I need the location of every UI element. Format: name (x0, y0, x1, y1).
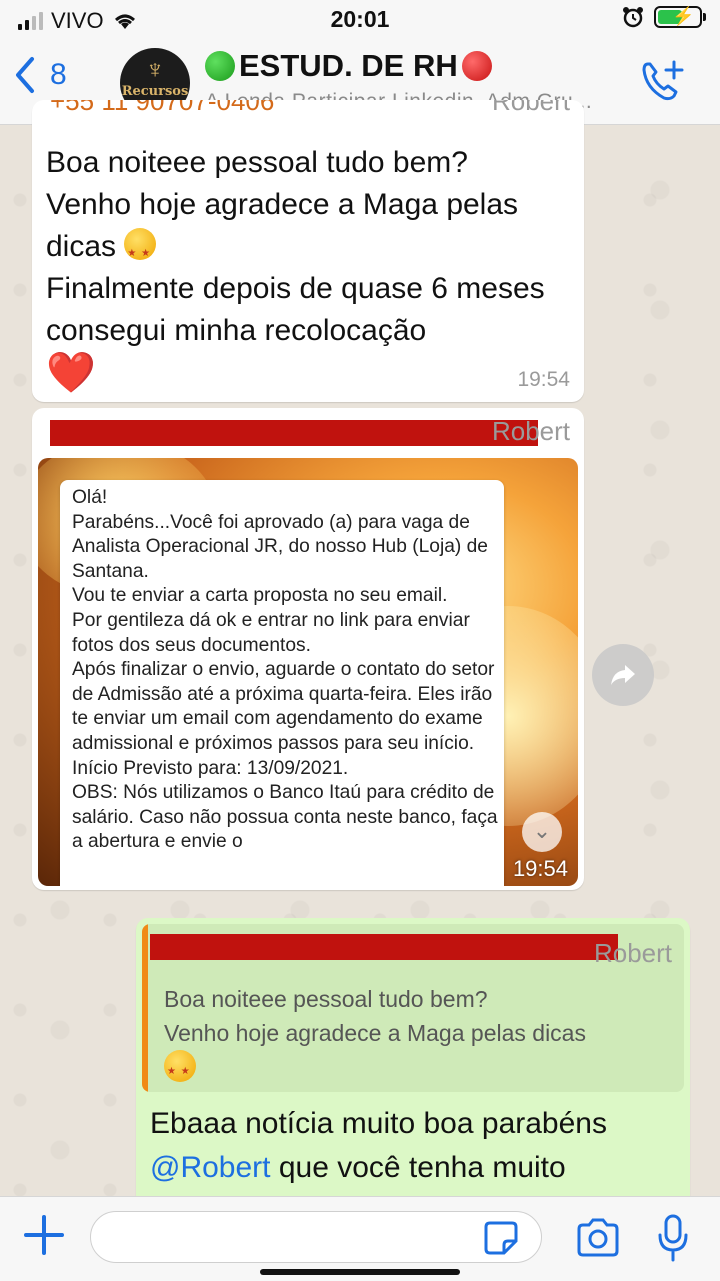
chevron-down-icon[interactable]: ⌄ (522, 812, 562, 852)
group-title-text: ESTUD. DE RH (239, 48, 458, 83)
photo-text: Olá! Parabéns...Você foi aprovado (a) pa… (72, 487, 498, 853)
add-call-icon[interactable] (638, 58, 686, 106)
chevron-left-icon (16, 57, 34, 93)
composer-bar (0, 1196, 720, 1281)
mention-link[interactable]: @Robert (150, 1151, 271, 1184)
forward-arrow-icon (611, 665, 635, 685)
message-bubble[interactable]: +55 11 90707-0406 Robert Boa noiteee pes… (32, 100, 584, 402)
group-title[interactable]: ESTUD. DE RH (205, 48, 492, 84)
green-circle-icon (205, 51, 235, 81)
screenshot-message-card: Olá! Parabéns...Você foi aprovado (a) pa… (60, 480, 504, 886)
clock: 20:01 (330, 6, 390, 32)
message-time: 19:54 (517, 368, 570, 391)
message-text: Boa noiteee pessoal tudo bem? Venho hoje… (46, 142, 576, 398)
message-time: 19:54 (512, 856, 568, 881)
red-heart-emoji: ❤️ (46, 351, 96, 395)
status-bar: VIVO 20:01 ⚡ (0, 0, 720, 40)
quoted-sender: Robert (593, 938, 672, 968)
alarm-icon (623, 7, 643, 28)
quoted-message[interactable]: Robert Boa noiteee pessoal tudo bem? Ven… (142, 924, 684, 1092)
back-button[interactable]: 8 (14, 56, 67, 94)
message-input[interactable] (90, 1211, 542, 1263)
home-indicator (260, 1269, 460, 1275)
forward-button[interactable] (592, 644, 654, 706)
battery-charging-icon: ⚡ (654, 6, 706, 28)
star-struck-emoji-icon (124, 228, 157, 275)
sender-name: Robert (491, 100, 570, 116)
message-bubble-photo[interactable]: Robert Olá! Parabéns...Você foi aprovado… (32, 408, 584, 890)
red-circle-icon (461, 51, 492, 81)
sender-phone[interactable]: +55 11 90707-0406 (50, 100, 274, 117)
sticker-icon[interactable] (482, 1219, 520, 1257)
quoted-text: Boa noiteee pessoal tudo bem? Venho hoje… (164, 982, 674, 1089)
reply-text: Ebaaa notícia muito boa parabéns @Robert… (150, 1107, 607, 1184)
sender-line: +55 11 90707-0406 Robert (50, 100, 570, 126)
camera-icon[interactable] (575, 1217, 621, 1259)
unread-count: 8 (50, 58, 67, 91)
microphone-icon[interactable] (656, 1213, 690, 1263)
star-struck-emoji-icon (164, 1050, 196, 1089)
sender-name: Robert (491, 416, 570, 446)
redacted-sender (50, 420, 538, 446)
logo-mark-icon: ♆ (145, 54, 165, 84)
plus-icon[interactable] (20, 1211, 68, 1259)
quote-bar (142, 924, 148, 1092)
outgoing-message-bubble[interactable]: Robert Boa noiteee pessoal tudo bem? Ven… (136, 918, 690, 1208)
photo-attachment[interactable]: Olá! Parabéns...Você foi aprovado (a) pa… (38, 458, 578, 886)
redacted-sender (150, 934, 618, 960)
